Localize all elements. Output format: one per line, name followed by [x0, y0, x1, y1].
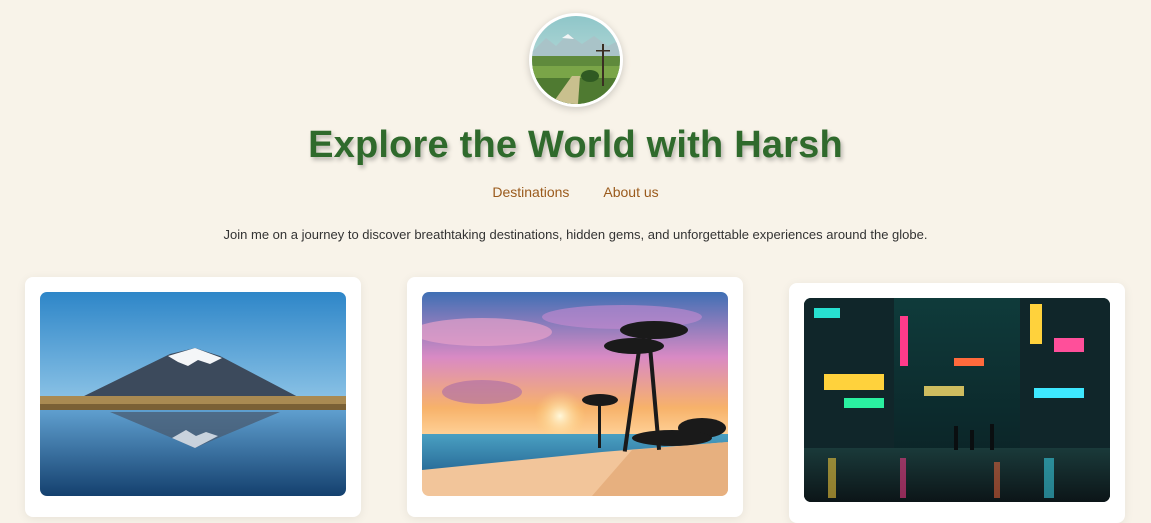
intro-tagline: Join me on a journey to discover breatht…	[223, 227, 928, 242]
avatar-photo	[532, 16, 620, 104]
destination-card[interactable]	[25, 277, 361, 517]
nav-link-destinations[interactable]: Destinations	[492, 184, 569, 200]
beach-sunset-image	[422, 292, 728, 496]
mountain-lake-image	[40, 292, 346, 496]
profile-avatar	[529, 13, 623, 107]
main-nav: Destinations About us	[0, 184, 1151, 200]
nav-link-about-us[interactable]: About us	[603, 184, 658, 200]
neon-city-image	[804, 298, 1110, 502]
destination-card[interactable]	[789, 283, 1125, 523]
destination-card[interactable]	[407, 277, 743, 517]
page-title: Explore the World with Harsh	[308, 124, 843, 166]
